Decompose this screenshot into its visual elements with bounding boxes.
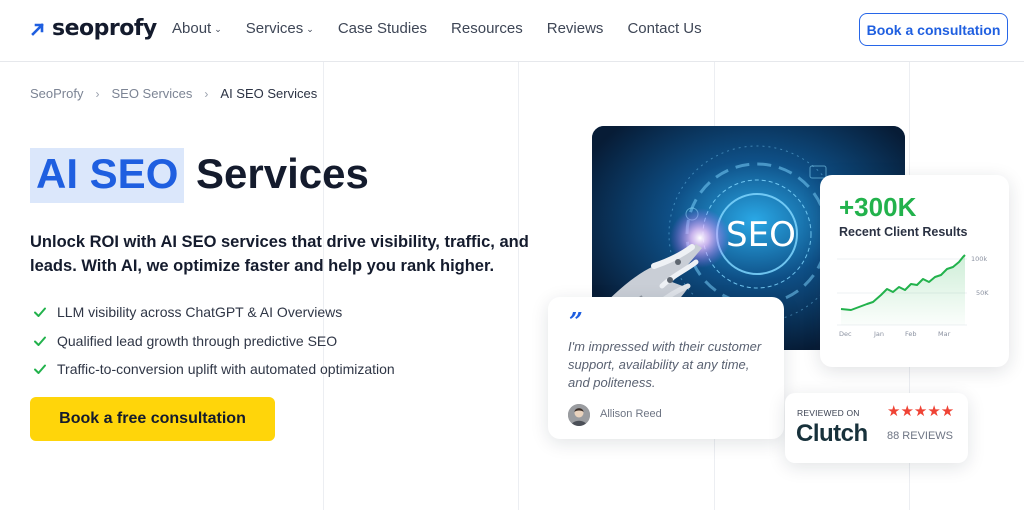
x-tick-label: Mar (938, 330, 951, 338)
nav-item-about[interactable]: About ⌄ (172, 20, 222, 37)
nav-item-label: Reviews (546, 20, 604, 37)
benefit-text: LLM visibility across ChatGPT & AI Overv… (57, 304, 343, 321)
stats-value: +300K (839, 192, 917, 222)
nav-item-contact-us[interactable]: Contact Us (627, 20, 701, 37)
main-nav: About ⌄ Services ⌄ Case Studies Resource… (172, 20, 702, 37)
nav-item-label: Case Studies (337, 20, 428, 37)
nav-item-label: Resources (451, 20, 523, 37)
x-tick-label: Feb (905, 330, 917, 338)
nav-item-case-studies[interactable]: Case Studies (338, 20, 427, 37)
book-consultation-button[interactable]: Book a consultation (859, 13, 1008, 46)
x-tick-label: Dec (839, 330, 852, 338)
testimonial-card: ” I'm impressed with their customer supp… (548, 297, 784, 439)
testimonial-text: I'm impressed with their customer suppor… (568, 339, 762, 390)
nav-item-resources[interactable]: Resources (451, 20, 523, 37)
book-free-consultation-button[interactable]: Book a free consultation (30, 397, 275, 441)
y-tick-label: 50K (976, 289, 989, 297)
benefit-text: Traffic-to-conversion uplift with automa… (57, 361, 395, 378)
clutch-rating-card[interactable]: REVIEWED ON Clutch ★★★★★ 88 REVIEWS (785, 393, 968, 463)
nav-item-services[interactable]: Services ⌄ (246, 20, 314, 37)
check-icon (34, 307, 46, 318)
logo[interactable]: seoprofy (30, 16, 157, 41)
grid-line (323, 62, 324, 510)
page-title-rest: Services (196, 150, 369, 197)
chevron-right-icon: › (204, 86, 209, 101)
clutch-logo: Clutch (796, 420, 868, 447)
reviews-count: 88 REVIEWS (887, 430, 954, 442)
benefit-list: LLM visibility across ChatGPT & AI Overv… (33, 298, 395, 384)
breadcrumb-link-seo-services[interactable]: SEO Services (111, 86, 192, 101)
growth-chart: 100k 50K Dec Jan Feb Mar (837, 254, 989, 338)
check-icon (34, 364, 46, 375)
breadcrumb: SeoProfy › SEO Services › AI SEO Service… (30, 86, 317, 101)
logo-text: seoprofy (52, 16, 157, 41)
chevron-right-icon: › (95, 86, 100, 101)
site-header: seoprofy About ⌄ Services ⌄ Case Studies… (0, 0, 1024, 62)
benefit-item: Qualified lead growth through predictive… (33, 327, 395, 356)
chevron-down-icon: ⌄ (306, 24, 314, 34)
nav-item-label: About (172, 20, 212, 37)
nav-item-label: Services (245, 20, 304, 37)
benefit-item: LLM visibility across ChatGPT & AI Overv… (33, 298, 395, 327)
stats-card: +300K Recent Client Results 100k 50K Dec… (820, 175, 1009, 367)
breadcrumb-link-home[interactable]: SeoProfy (30, 86, 83, 101)
breadcrumb-current: AI SEO Services (220, 86, 318, 101)
chevron-down-icon: ⌄ (214, 24, 222, 34)
x-tick-label: Jan (873, 330, 884, 338)
seo-text: SEO (726, 215, 796, 255)
grid-line (518, 62, 519, 510)
nav-item-reviews[interactable]: Reviews (547, 20, 604, 37)
testimonial-author: Allison Reed (600, 408, 662, 420)
stats-label: Recent Client Results (839, 225, 968, 239)
benefit-item: Traffic-to-conversion uplift with automa… (33, 355, 395, 384)
page-title-highlight: AI SEO (30, 148, 185, 203)
y-tick-label: 100k (971, 255, 987, 263)
reviewed-on-label: REVIEWED ON (797, 408, 860, 418)
quote-icon: ” (569, 307, 583, 336)
logo-arrow-icon (31, 22, 44, 36)
avatar (568, 404, 590, 426)
check-icon (34, 336, 46, 346)
hero-subtitle: Unlock ROI with AI SEO services that dri… (30, 233, 529, 275)
nav-item-label: Contact Us (627, 20, 702, 37)
page-title: AI SEO Services (30, 148, 369, 203)
benefit-text: Qualified lead growth through predictive… (57, 332, 338, 349)
star-rating-icon: ★★★★★ (887, 403, 955, 420)
